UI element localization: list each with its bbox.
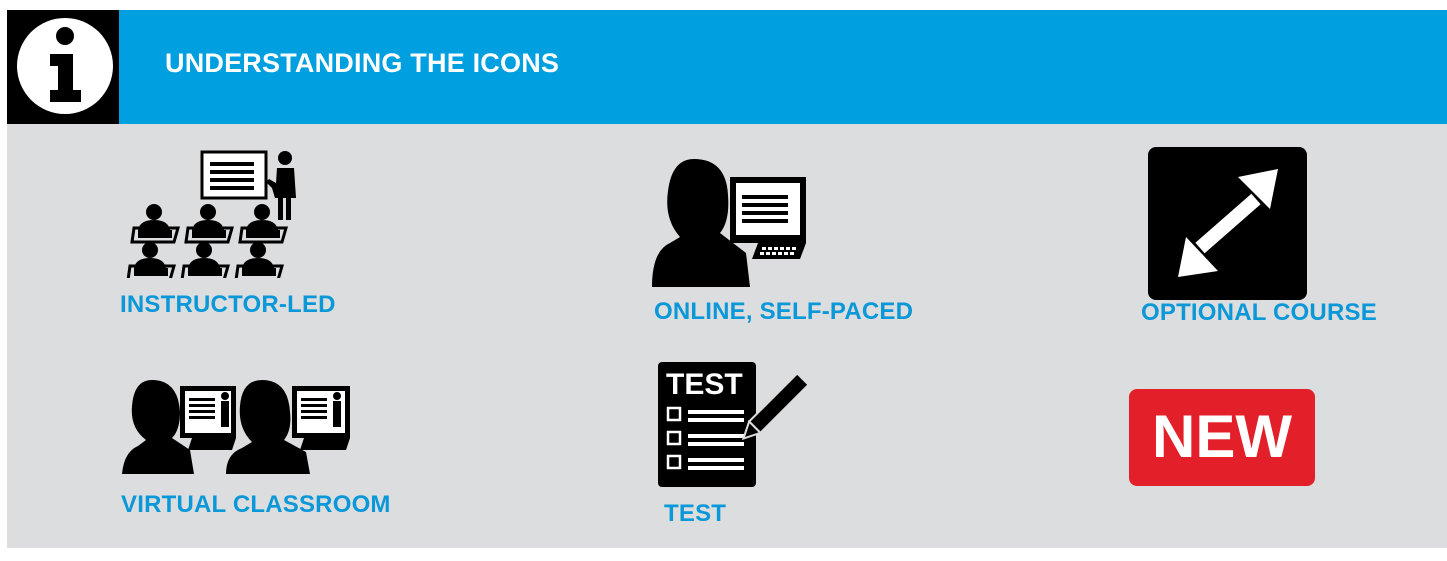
page-title: UNDERSTANDING THE ICONS	[165, 48, 560, 78]
legend-label-instructor-led: INSTRUCTOR-LED	[120, 291, 336, 318]
legend-label-test: TEST	[664, 500, 727, 527]
info-icon	[7, 10, 119, 124]
legend-label-online-self-paced: ONLINE, SELF-PACED	[654, 298, 914, 325]
online-self-paced-icon	[650, 155, 810, 290]
instructor-led-icon	[126, 150, 306, 282]
optional-course-icon	[1148, 147, 1308, 300]
new-badge-icon: NEW	[1129, 389, 1315, 486]
virtual-classroom-icon	[122, 376, 362, 476]
test-icon-text: TEST	[666, 368, 743, 401]
new-badge-text: NEW	[1152, 403, 1292, 470]
legend-label-optional-course: OPTIONAL COURSE	[1141, 299, 1377, 326]
test-icon: TEST	[658, 362, 810, 487]
legend-label-virtual-classroom: VIRTUAL CLASSROOM	[121, 491, 391, 518]
